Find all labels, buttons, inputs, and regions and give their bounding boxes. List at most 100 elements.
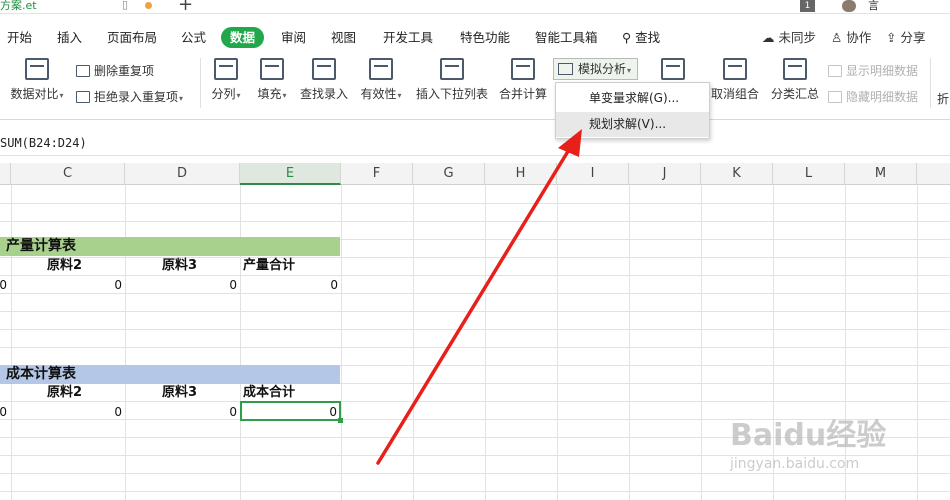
collab-button[interactable]: ♙ 协作	[831, 27, 871, 48]
goal-seek-menu-item[interactable]: 单变量求解(G)...	[556, 86, 709, 111]
cost-value-d[interactable]: 0	[126, 403, 237, 421]
insert-dropdown-button[interactable]: 插入下拉列表	[414, 58, 490, 102]
title-bar: 方案.et ▯ + 1 言	[0, 0, 950, 15]
production-header-total[interactable]: 产量合计	[243, 257, 295, 275]
tab-features[interactable]: 特色功能	[460, 27, 510, 48]
user-name[interactable]: 言	[868, 0, 879, 13]
tab-formulas[interactable]: 公式	[181, 27, 206, 48]
file-tab[interactable]: 方案.et	[0, 0, 37, 13]
production-header-material3[interactable]: 原料3	[162, 257, 197, 275]
tab-view[interactable]: 视图	[331, 27, 356, 48]
new-tab-plus-icon[interactable]: +	[178, 0, 193, 15]
reject-duplicates-icon	[76, 91, 90, 103]
divider	[200, 58, 201, 108]
column-header-e[interactable]: E	[240, 163, 341, 185]
column-header-f[interactable]: F	[341, 163, 413, 185]
grid-line	[917, 185, 918, 500]
sync-button[interactable]: ☁ 未同步	[762, 27, 816, 48]
hide-detail-button[interactable]: 隐藏明细数据	[828, 88, 918, 105]
cost-value-c[interactable]: 0	[12, 403, 122, 421]
caret-down-icon: ▾	[236, 91, 241, 100]
notification-badge[interactable]: 1	[800, 0, 815, 12]
column-header-row: C D E F G H I J K L M	[0, 163, 950, 185]
subtotal-icon	[783, 58, 807, 80]
fill-icon	[260, 58, 284, 80]
subtotal-button[interactable]: 分类汇总	[768, 58, 822, 102]
tab-review[interactable]: 审阅	[281, 27, 306, 48]
cost-header-total[interactable]: 成本合计	[243, 384, 295, 402]
grid-line	[0, 401, 950, 402]
simulation-icon	[558, 63, 573, 75]
tab-home[interactable]: 开始	[7, 27, 32, 48]
column-header-m[interactable]: M	[845, 163, 917, 185]
column-header-g[interactable]: G	[413, 163, 485, 185]
unsaved-dot-icon	[145, 2, 152, 9]
insert-dropdown-icon	[440, 58, 464, 80]
validity-button[interactable]: 有效性▾	[356, 58, 406, 102]
grid-line	[125, 185, 126, 500]
grid-line	[11, 185, 12, 500]
column-header-h[interactable]: H	[485, 163, 557, 185]
find-entry-icon	[312, 58, 336, 80]
column-header-i[interactable]: I	[557, 163, 629, 185]
column-header-j[interactable]: J	[629, 163, 701, 185]
ungroup-button[interactable]: 取消组合	[708, 58, 762, 102]
ungroup-icon	[723, 58, 747, 80]
solver-menu-item[interactable]: 规划求解(V)...	[556, 112, 709, 137]
production-table-title: 产量计算表	[6, 238, 76, 254]
reject-duplicates-button[interactable]: 拒绝录入重复项▾	[76, 88, 183, 105]
production-value-d[interactable]: 0	[126, 276, 237, 294]
column-header-c[interactable]: C	[11, 163, 125, 185]
fill-button[interactable]: 填充▾	[252, 58, 292, 102]
grid-line	[0, 347, 950, 348]
avatar[interactable]	[842, 0, 856, 12]
cost-value-e[interactable]: 0	[242, 403, 337, 421]
production-header-material2[interactable]: 原料2	[47, 257, 82, 275]
caret-down-icon: ▾	[179, 94, 184, 103]
tab-insert[interactable]: 插入	[57, 27, 82, 48]
grid-line	[629, 185, 630, 500]
ribbon-data: 数据对比▾ 删除重复项 拒绝录入重复项▾ 分列▾ 填充▾ 查找录入 有效性▾ 插…	[0, 52, 950, 120]
simulation-analysis-button[interactable]: 模拟分析▾	[553, 58, 638, 80]
search-button[interactable]: ⚲ 查找	[622, 27, 660, 48]
column-header-k[interactable]: K	[701, 163, 773, 185]
collab-icon: ♙	[831, 30, 843, 45]
formula-text[interactable]: SUM(B24:D24)	[0, 136, 87, 150]
find-entry-button[interactable]: 查找录入	[298, 58, 350, 102]
cost-header-material3[interactable]: 原料3	[162, 384, 197, 402]
column-header-l[interactable]: L	[773, 163, 845, 185]
active-cell[interactable]: 0	[240, 401, 343, 423]
cost-header-material2[interactable]: 原料2	[47, 384, 82, 402]
formula-bar[interactable]: SUM(B24:D24)	[0, 132, 950, 156]
search-icon: ⚲	[622, 30, 632, 45]
mobile-icon[interactable]: ▯	[122, 0, 128, 11]
production-value-e[interactable]: 0	[241, 276, 338, 294]
grid-line	[485, 185, 486, 500]
show-detail-button[interactable]: 显示明细数据	[828, 62, 918, 79]
remove-duplicates-button[interactable]: 删除重复项	[76, 62, 154, 79]
fill-handle[interactable]	[338, 418, 343, 423]
tab-smart-tools[interactable]: 智能工具箱	[535, 27, 598, 48]
share-icon: ⇪	[886, 30, 897, 45]
grid-line	[0, 329, 950, 330]
hide-detail-icon	[828, 91, 842, 103]
production-value-b[interactable]: 0	[0, 276, 7, 294]
cost-value-b[interactable]: 0	[0, 403, 7, 421]
tab-data[interactable]: 数据	[221, 27, 265, 48]
tab-developer[interactable]: 开发工具	[383, 27, 433, 48]
grid-line	[0, 257, 950, 258]
column-header-partial[interactable]	[0, 163, 11, 185]
grid-line	[341, 185, 342, 500]
share-button[interactable]: ⇪ 分享	[886, 27, 925, 48]
grid-line	[0, 203, 950, 204]
production-value-c[interactable]: 0	[12, 276, 122, 294]
data-compare-button[interactable]: 数据对比▾	[6, 58, 68, 102]
group-button[interactable]	[656, 58, 690, 85]
fold-button[interactable]: 折	[937, 90, 949, 107]
column-header-d[interactable]: D	[125, 163, 240, 185]
merge-calc-button[interactable]: 合并计算	[497, 58, 549, 102]
merge-calc-icon	[511, 58, 535, 80]
tab-page-layout[interactable]: 页面布局	[107, 27, 157, 48]
split-column-button[interactable]: 分列▾	[206, 58, 246, 102]
watermark-url: jingyan.baidu.com	[730, 456, 860, 472]
